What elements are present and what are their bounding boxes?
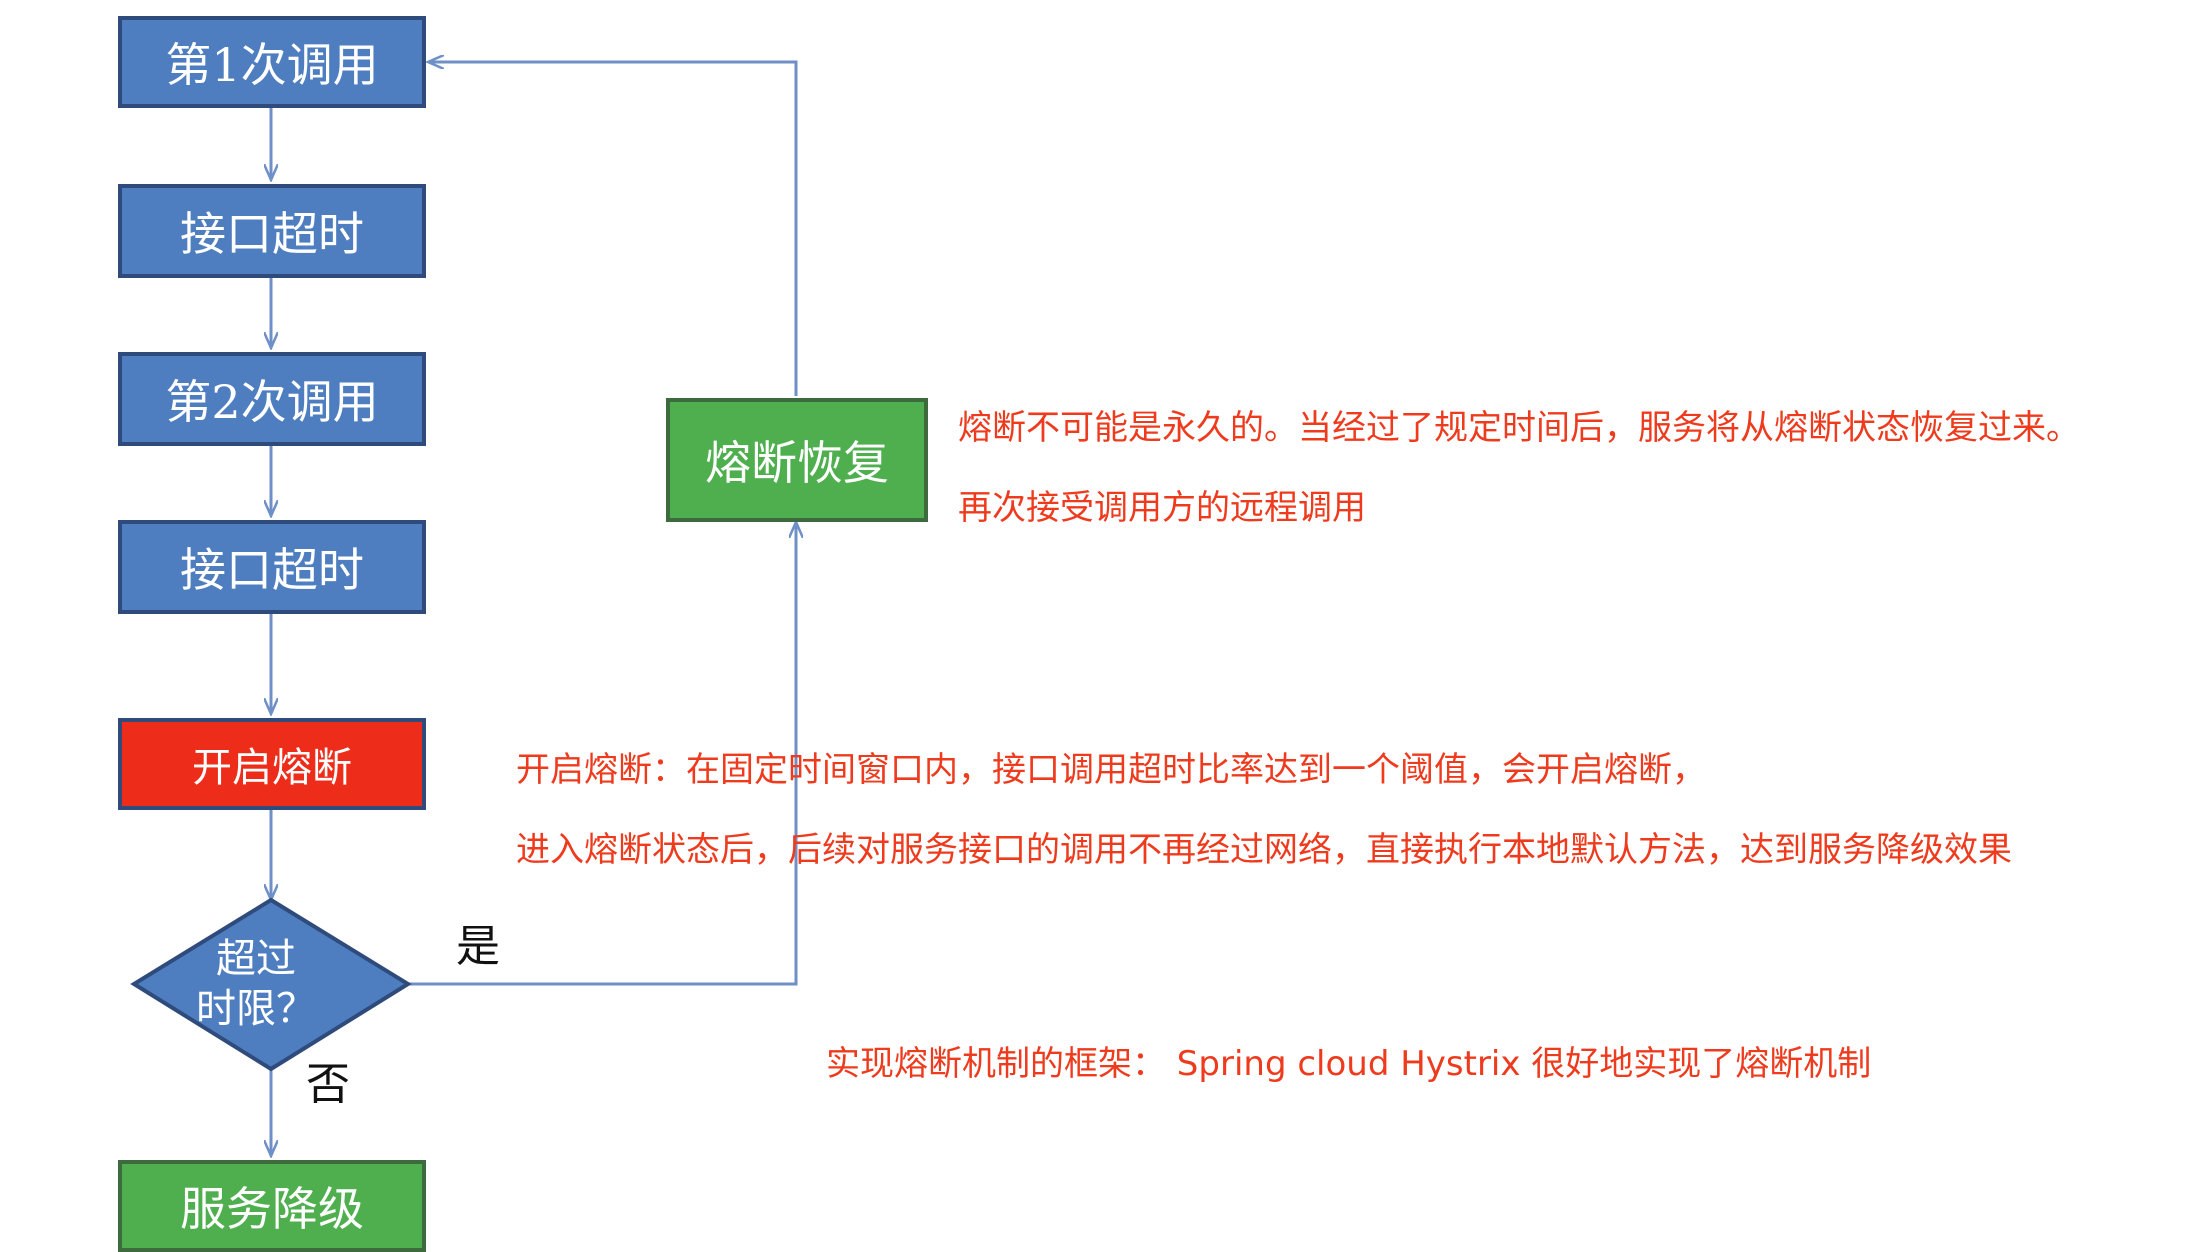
note-framework: 实现熔断机制的框架： Spring cloud Hystrix 很好地实现了熔断… [826,1044,1872,1084]
step-service-degrade-label: 服务降级 [180,1182,364,1236]
step-timeout-1-label: 接口超时 [180,207,364,261]
step-breaker-recover: 熔断恢复 [666,398,928,522]
step-service-degrade: 服务降级 [118,1160,426,1252]
step-first-call: 第1次调用 [118,16,426,108]
decision-label-line1: 超过 [216,936,296,982]
step-open-breaker: 开启熔断 [118,718,426,810]
step-second-call-label: 第2次调用 [165,375,379,429]
yes-label: 是 [456,921,500,972]
arrow-recover-to-step1 [428,62,798,396]
step-first-call-label: 第1次调用 [165,38,379,92]
step-timeout-2: 接口超时 [118,520,426,614]
step-second-call: 第2次调用 [118,352,426,446]
step-open-breaker-label: 开启熔断 [192,745,352,791]
step-timeout-1: 接口超时 [118,184,426,278]
step-timeout-2-label: 接口超时 [180,543,364,597]
no-label: 否 [306,1059,350,1110]
decision-label-line2: 时限？ [196,986,316,1032]
decision-label: 超过 时限？ [176,934,336,1034]
note-open-line1: 开启熔断：在固定时间窗口内，接口调用超时比率达到一个阈值，会开启熔断， [516,750,1706,790]
note-open-line2: 进入熔断状态后，后续对服务接口的调用不再经过网络，直接执行本地默认方法，达到服务… [516,830,2012,870]
step-breaker-recover-label: 熔断恢复 [705,436,889,490]
note-recover-line2: 再次接受调用方的远程调用 [958,488,1366,528]
note-recover-line1: 熔断不可能是永久的。当经过了规定时间后，服务将从熔断状态恢复过来。 [958,408,2080,448]
